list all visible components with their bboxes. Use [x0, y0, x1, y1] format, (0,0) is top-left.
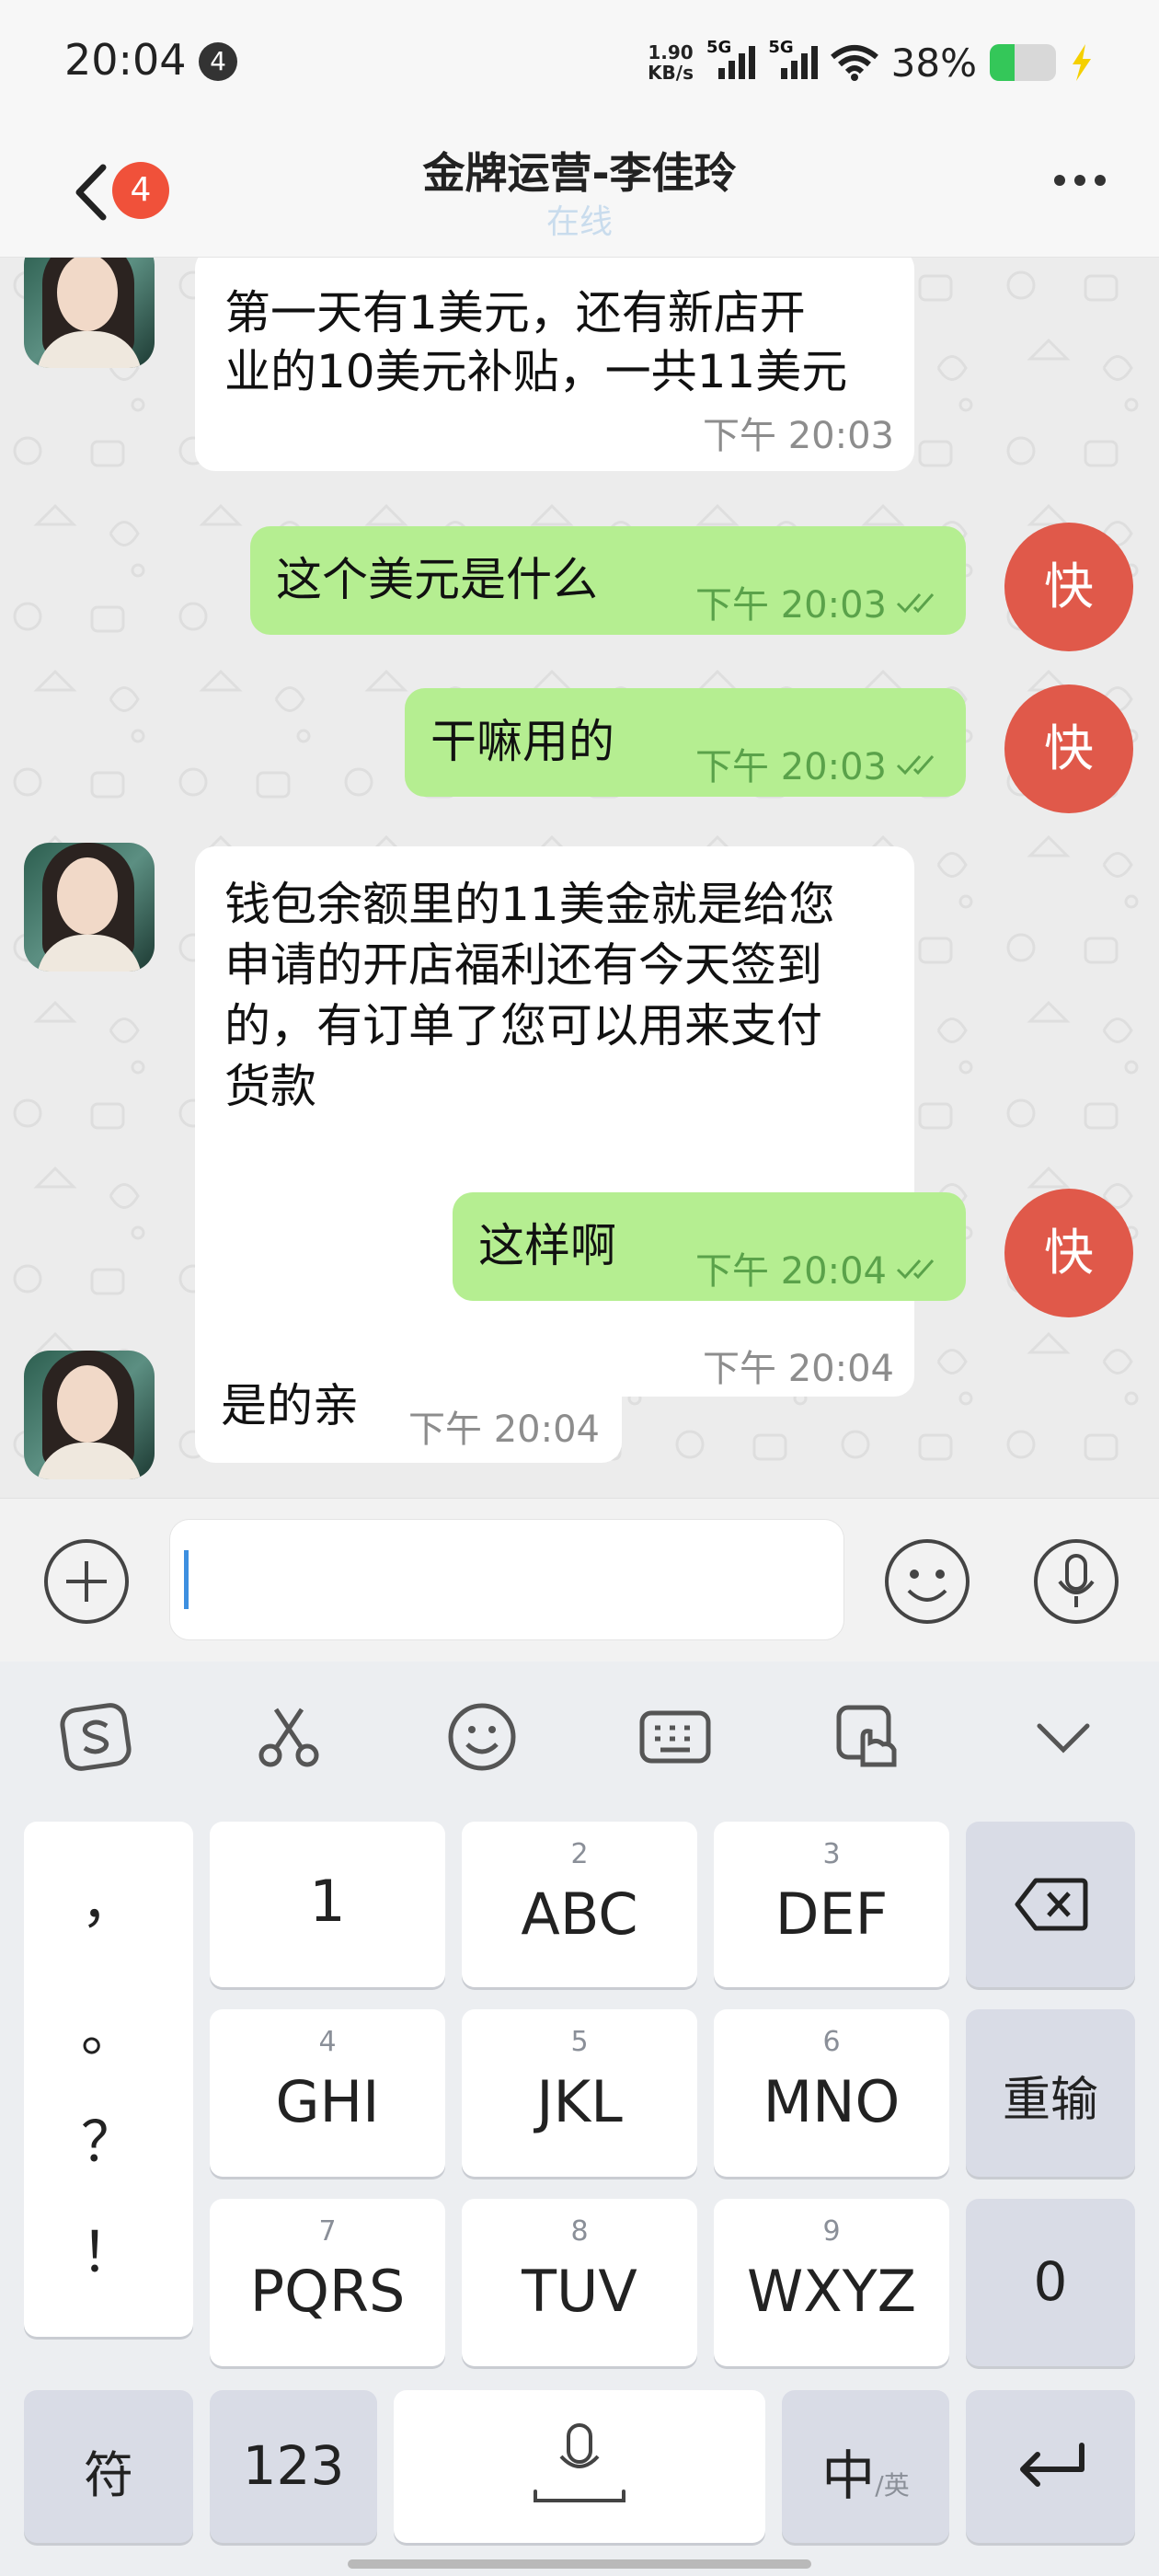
wifi-icon — [830, 45, 878, 81]
signal-sim1: 5G — [706, 38, 756, 79]
network-speed: 1.90 KB/s — [648, 42, 694, 83]
chat-title: 金牌运营-李佳玲 — [422, 148, 737, 198]
emoji-panel-icon[interactable] — [445, 1700, 519, 1774]
key-question[interactable]: ？ — [24, 2098, 193, 2178]
contact-avatar[interactable] — [24, 843, 155, 972]
message-composer — [0, 1498, 1159, 1662]
network-speed-value: 1.90 — [648, 41, 694, 63]
backspace-icon — [1015, 1878, 1088, 1931]
sim1-network-type: 5G — [706, 38, 732, 57]
message-text: 第一天有1美元，还有新店开 业的10美元补贴，一共11美元 — [224, 286, 848, 398]
message-text: 钱包余额里的11美金就是给您 申请的开店福利还有今天签到 的，有订单了您可以用来支付… — [224, 878, 835, 1113]
lang-chinese: 中 — [821, 2444, 876, 2507]
message-text: 这样啊 — [478, 1219, 616, 1272]
voice-input-icon[interactable] — [1032, 1537, 1120, 1626]
chevron-down-icon[interactable] — [1027, 1700, 1100, 1774]
contact-avatar[interactable] — [24, 258, 155, 368]
message-time: 下午 20:04 — [695, 1250, 887, 1293]
message-time: 下午 20:03 — [695, 746, 887, 788]
notification-count-badge: 4 — [199, 42, 237, 81]
key-comma[interactable]: ， — [24, 1858, 193, 1938]
message-time: 下午 20:04 — [408, 1409, 600, 1451]
sim2-network-type: 5G — [768, 38, 794, 57]
charging-bolt-icon — [1073, 44, 1091, 81]
key-tuv[interactable]: 8 TUV — [462, 2199, 697, 2366]
key-abc[interactable]: 2 ABC — [462, 1822, 697, 1987]
message-bubble-outgoing[interactable]: 干嘛用的 下午 20:03 — [405, 688, 966, 797]
message-bubble-incoming[interactable]: 钱包余额里的11美金就是给您 申请的开店福利还有今天签到 的，有订单了您可以用来支付… — [195, 846, 914, 1397]
message-text: 这个美元是什么 — [276, 553, 598, 606]
message-bubble-outgoing[interactable]: 这个美元是什么 下午 20:03 — [250, 526, 966, 635]
read-receipt-icon — [896, 593, 935, 614]
more-options-icon[interactable] — [1054, 175, 1106, 186]
language-switch-key[interactable]: 中/英 — [782, 2390, 949, 2543]
voice-space-icon — [534, 2423, 625, 2502]
lang-english: /英 — [875, 2470, 910, 2501]
online-status: 在线 — [545, 203, 613, 241]
key-mno[interactable]: 6 MNO — [714, 2009, 949, 2177]
key-pqrs[interactable]: 7 PQRS — [210, 2199, 445, 2366]
keyboard-switch-icon[interactable] — [638, 1700, 712, 1774]
text-cursor — [184, 1550, 189, 1609]
key-jkl[interactable]: 5 JKL — [462, 2009, 697, 2177]
message-time: 下午 20:03 — [703, 415, 894, 457]
add-attachment-icon[interactable] — [42, 1537, 131, 1626]
quick-reply-avatar[interactable]: 快 — [1004, 523, 1133, 651]
status-bar: 20:04 4 1.90 KB/s 5G 5G 38% — [0, 0, 1159, 121]
key-exclamation[interactable]: ！ — [24, 2208, 193, 2288]
sogou-logo-icon[interactable] — [59, 1700, 132, 1774]
read-receipt-icon — [896, 1259, 935, 1280]
retype-key[interactable]: 重输 — [966, 2009, 1135, 2177]
message-time: 下午 20:04 — [703, 1348, 894, 1390]
message-bubble-outgoing[interactable]: 这样啊 下午 20:04 — [453, 1192, 966, 1301]
quick-reply-avatar[interactable]: 快 — [1004, 1189, 1133, 1317]
key-0[interactable]: 0 — [966, 2199, 1135, 2366]
space-key[interactable] — [394, 2390, 765, 2543]
message-list[interactable]: 第一天有1美元，还有新店开 业的10美元补贴，一共11美元 下午 20:03 快 … — [0, 258, 1159, 1498]
battery-percent: 38% — [890, 40, 977, 86]
status-time: 20:04 — [64, 35, 187, 85]
emoji-icon[interactable] — [883, 1537, 971, 1626]
read-receipt-icon — [896, 755, 935, 776]
t9-keyboard: ， 。 ？ ！ 1 2 ABC 3 DEF 4 GHI 5 JKL 6 MNO … — [0, 1807, 1159, 2576]
enter-icon — [1020, 2443, 1084, 2487]
message-input[interactable] — [169, 1519, 844, 1640]
backspace-key[interactable] — [966, 1822, 1135, 1987]
scissors-icon[interactable] — [252, 1700, 326, 1774]
numeric-key[interactable]: 123 — [210, 2390, 377, 2543]
contact-avatar[interactable] — [24, 1351, 155, 1479]
quick-reply-avatar[interactable]: 快 — [1004, 684, 1133, 813]
chat-header: 4 金牌运营-李佳玲 在线 — [0, 121, 1159, 258]
network-speed-unit: KB/s — [648, 62, 694, 84]
key-def[interactable]: 3 DEF — [714, 1822, 949, 1987]
home-indicator[interactable] — [348, 2559, 811, 2569]
battery-icon — [990, 44, 1056, 81]
message-text: 是的亲 — [221, 1379, 359, 1432]
battery-level — [990, 44, 1016, 81]
message-bubble-incoming[interactable]: 是的亲 下午 20:04 — [195, 1354, 622, 1463]
key-wxyz[interactable]: 9 WXYZ — [714, 2199, 949, 2366]
message-time: 下午 20:03 — [695, 584, 887, 627]
handwriting-icon[interactable] — [832, 1700, 905, 1774]
status-icons: 1.90 KB/s 5G 5G 38% — [648, 35, 1095, 90]
key-ghi[interactable]: 4 GHI — [210, 2009, 445, 2177]
enter-key[interactable] — [966, 2390, 1135, 2543]
message-text: 干嘛用的 — [430, 715, 614, 768]
key-period[interactable]: 。 — [24, 1987, 193, 2067]
key-1[interactable]: 1 — [210, 1822, 445, 1987]
keyboard-toolbar — [0, 1662, 1159, 1807]
symbols-key[interactable]: 符 — [24, 2390, 193, 2543]
message-bubble-incoming[interactable]: 第一天有1美元，还有新店开 业的10美元补贴，一共11美元 下午 20:03 — [195, 258, 914, 471]
signal-sim2: 5G — [768, 38, 818, 79]
punctuation-column[interactable]: ， 。 ？ ！ — [24, 1822, 193, 2337]
